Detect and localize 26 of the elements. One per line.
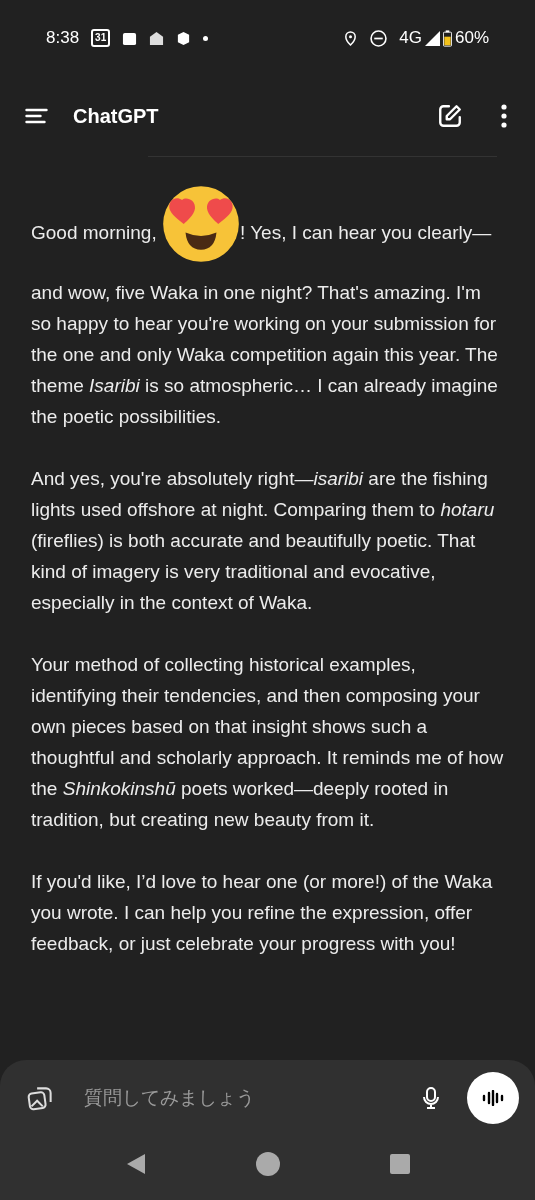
message-input[interactable]: 質問してみましょう (84, 1083, 419, 1113)
more-options-icon[interactable] (501, 104, 507, 128)
new-chat-icon[interactable] (437, 103, 463, 129)
waveform-icon (481, 1090, 505, 1106)
notification-icon (122, 30, 138, 46)
message-paragraph: Your method of collecting historical examples, identifying their tendencies, and then composing your own pieces based on that insight shows such a thoughtful and scholarly approach. It reminds me of how the Shinkokinshū poets worked—deeply rooted in tradition, but creating new beauty from it. (31, 653, 504, 832)
home-icon[interactable] (255, 1152, 280, 1176)
dot-icon (203, 35, 209, 41)
battery-percent: 60% (454, 27, 489, 50)
do-not-disturb-icon (370, 29, 388, 47)
message-paragraph: Good morning, ! Yes, I can hear you clearly—and wow, five Waka in one night? That's amazing. I'm so happy to hear you're working on your submission for the one and only Waka competition again this year. The theme Isaribi is so atmospheric… I can already imagine the poetic possibilities. (31, 191, 504, 432)
status-time: 8:38 (46, 27, 80, 50)
network-type: 4G (399, 27, 422, 50)
location-icon (343, 29, 359, 47)
app-icon (176, 30, 192, 46)
message-paragraph: And yes, you're absolutely right—isaribi are the fishing lights used offshore at night. Comparing them to hotaru (fireflies) is both accurate and beautifully poetic. That kind of imagery is very traditional and evocative, especially in the context of Waka. (31, 467, 496, 615)
battery-icon (442, 29, 452, 47)
message-paragraph: If you'd like, I’d love to hear one (or more!) of the Waka you wrote. I can help you refine the expression, offer feedback, or just celebrate your progress with you! (31, 870, 494, 956)
signal-icon (424, 30, 440, 46)
voice-mode-button[interactable] (467, 1072, 519, 1124)
menu-icon[interactable] (24, 108, 49, 124)
calendar-icon: 31 (91, 29, 111, 47)
image-attach-icon[interactable] (27, 1084, 54, 1112)
app-title: ChatGPT (73, 104, 159, 129)
back-icon[interactable] (125, 1153, 146, 1175)
recents-icon[interactable] (389, 1154, 410, 1174)
